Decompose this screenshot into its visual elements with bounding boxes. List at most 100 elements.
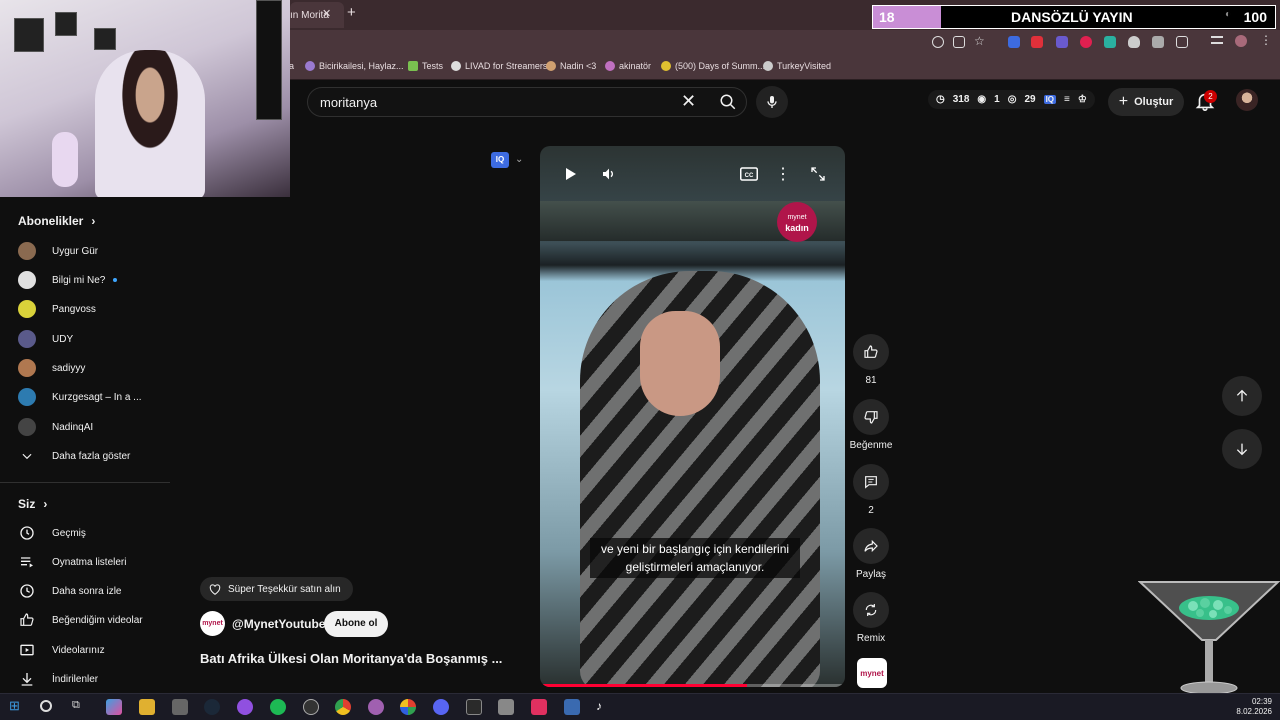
menu-icon[interactable]: ⋮ [1260,33,1272,47]
reading-list-icon[interactable] [1211,36,1223,44]
play-button[interactable] [557,161,583,187]
sidebar-item-downloads[interactable]: İndirilenler [18,666,168,692]
sidebar-subscription-item[interactable]: Kurzgesagt – In a ... [18,384,168,410]
app-icon[interactable] [531,699,547,715]
new-tab-icon[interactable]: + [347,4,356,21]
show-more-button[interactable]: Daha fazla göster [18,443,168,469]
clear-search-icon[interactable]: ✕ [681,91,696,112]
bookmark-item[interactable]: Tests [408,61,443,71]
app-icon[interactable] [498,699,514,715]
remix-button[interactable]: Remix [848,592,894,644]
extension-icon[interactable] [1104,36,1116,48]
create-button[interactable]: + Oluştur [1108,88,1184,116]
app-icon[interactable] [564,699,580,715]
sidebar-subscription-item[interactable]: Uygur Gür [18,238,168,264]
subscription-label: UDY [52,333,74,345]
bookmark-item[interactable]: Nadin <3 [546,61,596,71]
system-clock[interactable]: 02:39 8.02.2026 [1230,697,1272,717]
like-button[interactable]: 81 [848,334,894,386]
extension-icon[interactable]: IQ [491,152,509,168]
bookmark-item[interactable]: LIVAD for Streamers [451,61,547,71]
sidebar-item-watch-later[interactable]: Daha sonra izle [18,578,168,604]
extension-icon[interactable] [1080,36,1092,48]
shorts-player[interactable]: mynet kadın CC ⋮ ve yeni bir başlangıç i… [540,146,845,687]
super-thanks-button[interactable]: Süper Teşekkür satın alın [200,577,353,601]
share-button[interactable]: Paylaş [848,528,894,580]
subscriptions-heading[interactable]: Abonelikler › [18,214,95,228]
more-options-icon[interactable]: ⋮ [770,161,796,187]
sidebar-subscription-item[interactable]: Bilgi mi Ne? [18,267,168,293]
channel-name[interactable]: @MynetYoutube [232,617,325,631]
sidebar-subscription-item[interactable]: NadinqAI [18,414,168,440]
browser-tab[interactable]: ın Morita [290,2,344,28]
tiktok-icon[interactable]: ♪ [596,699,612,715]
spotify-icon[interactable] [270,699,286,715]
bookmark-item[interactable]: TurkeyVisited [763,61,831,71]
webcam-overlay [0,0,290,197]
app-icon[interactable] [400,699,416,715]
search-button[interactable] [708,88,748,116]
bookmark-star-icon[interactable]: ☆ [974,34,986,48]
account-avatar[interactable] [1236,89,1258,111]
windows-start-icon[interactable]: ⊞ [9,698,25,714]
tab-close-icon[interactable]: ✕ [322,7,331,20]
app-icon[interactable] [172,699,188,715]
video-title[interactable]: Batı Afrika Ülkesi Olan Moritanya'da Boş… [200,651,502,666]
overlay-left-number: 18 [873,6,941,28]
thumbs-up-icon [18,611,36,629]
shield-icon[interactable] [1128,36,1140,48]
app-icon[interactable] [368,699,384,715]
extension-icon[interactable] [1152,36,1164,48]
sidebar-subscription-item[interactable]: Pangvoss [18,296,168,322]
channel-thumbnail[interactable]: mynet [857,658,887,688]
caption-line: ve yeni bir başlangıç için kendilerini [600,542,790,556]
search-icon[interactable] [40,700,52,712]
previous-video-button[interactable] [1222,376,1262,416]
app-icon[interactable] [466,699,482,715]
subscribe-button[interactable]: Abone ol [324,611,388,637]
task-view-icon[interactable]: ⧉ [72,699,88,715]
extension-stats[interactable]: ◷ 318 ◉ 1 ◎ 29 IQ ≡ ♔ [928,90,1095,109]
bookmark-item[interactable]: (500) Days of Summ... [661,61,765,71]
sidebar-subscription-item[interactable]: sadiyyy [18,355,168,381]
captions-button[interactable]: CC [736,161,762,187]
progress-bar[interactable] [540,684,845,687]
voice-search-button[interactable] [756,86,788,118]
file-explorer-icon[interactable] [139,699,155,715]
sidebar-item-history[interactable]: Geçmiş [18,520,168,546]
channel-avatar-label: mynet [202,620,223,627]
zoom-icon[interactable] [932,36,944,48]
comments-button[interactable]: 2 [848,464,894,516]
discord-icon[interactable] [433,699,449,715]
sidebar-item-your-videos[interactable]: Videolarınız [18,637,168,663]
search-bar[interactable]: moritanya ✕ [307,87,747,117]
bookmark-item[interactable]: Bicirikailesi, Haylaz... [305,61,404,71]
list-icon: ≡ [1064,94,1070,105]
bookmark-icon [451,61,461,71]
bookmark-icon [661,61,671,71]
bookmark-item[interactable]: akinatör [605,61,651,71]
sidebar-item-playlists[interactable]: Oynatma listeleri [18,549,168,575]
fullscreen-button[interactable] [805,161,831,187]
copilot-icon[interactable] [106,699,122,715]
sidebar-item-liked-videos[interactable]: Beğendiğim videolar [18,607,168,633]
martini-glass-overlay [1138,581,1280,695]
sidebar-subscription-item[interactable]: UDY [18,326,168,352]
next-video-button[interactable] [1222,429,1262,469]
chrome-icon[interactable] [335,699,351,715]
extension-icon[interactable] [1031,36,1043,48]
volume-button[interactable] [596,161,622,187]
extension-icon[interactable] [1008,36,1020,48]
you-heading[interactable]: Siz › [18,497,47,511]
search-input[interactable]: moritanya [320,95,377,110]
obs-icon[interactable] [303,699,319,715]
extension-icon[interactable] [1056,36,1068,48]
dislike-button[interactable]: Beğenme [848,399,894,451]
puzzle-icon[interactable] [1176,36,1188,48]
profile-icon[interactable] [1235,35,1247,47]
app-icon[interactable] [237,699,253,715]
channel-avatar[interactable]: mynet [200,611,225,636]
chevron-down-icon[interactable]: ⌄ [515,154,523,165]
steam-icon[interactable] [204,699,220,715]
install-icon[interactable] [953,36,965,48]
